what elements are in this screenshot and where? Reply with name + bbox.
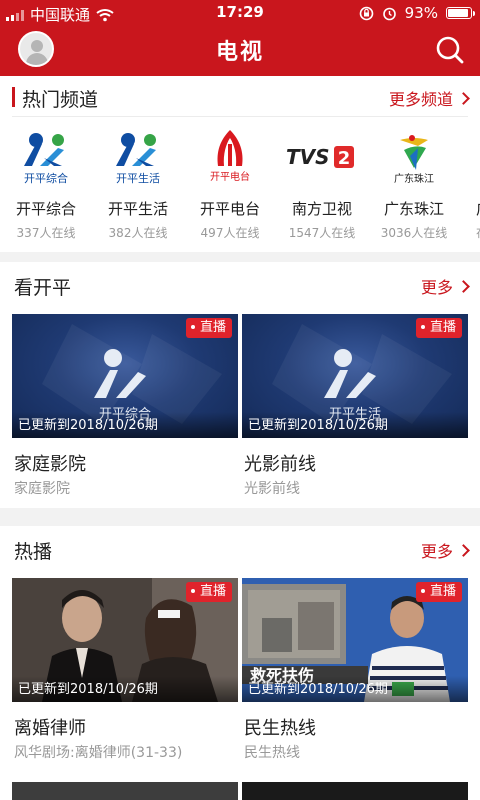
program-subtitle: 光影前线 bbox=[244, 481, 300, 497]
svg-text:广东珠江: 广东珠江 bbox=[394, 172, 434, 185]
more-channels-link[interactable]: 更多频道 bbox=[388, 86, 470, 110]
program-subtitle: 风华剧场:离婚律师(31-33) bbox=[14, 745, 183, 761]
program-thumbnail: 已更新到2018/10/26期 直播 bbox=[12, 578, 238, 702]
watch-kaiping-more-link[interactable]: 更多 bbox=[420, 274, 470, 298]
hot-play-more-link[interactable]: 更多 bbox=[420, 538, 470, 562]
program-subtitle: 家庭影院 bbox=[14, 481, 70, 497]
program-title: 民生热线 bbox=[244, 718, 316, 739]
battery-icon bbox=[446, 7, 475, 19]
channel-name: 开平综合 bbox=[15, 200, 76, 218]
svg-text:TVS: TVS bbox=[286, 145, 330, 169]
channel-name: 广东珠江 bbox=[383, 200, 444, 218]
online-count: 1547人在线 bbox=[288, 226, 356, 240]
program-card-partial[interactable] bbox=[242, 782, 468, 800]
guangdong-zhujiang-logo-icon: 广东珠江 bbox=[374, 126, 454, 188]
program-card-partial[interactable] bbox=[12, 782, 238, 800]
kaiping-radio-logo-icon: 开平电台 bbox=[190, 126, 270, 188]
channel-name: 开平生活 bbox=[107, 200, 168, 218]
channel-list: 开平综合 开平综合 337人在线 开平生活 开平生活 382人在线 开平电台 开… bbox=[0, 116, 480, 246]
channel-name: 南方卫视 bbox=[291, 200, 352, 218]
channel-item[interactable]: TVS 2 南方卫视 1547人在线 bbox=[276, 116, 368, 246]
alarm-icon bbox=[382, 7, 396, 20]
kaiping-zonghe-logo-icon: 开平综合 bbox=[6, 126, 86, 188]
live-badge: 直播 bbox=[185, 582, 232, 602]
more-label: 更多 bbox=[420, 278, 453, 297]
program-subtitle: 民生热线 bbox=[244, 745, 300, 761]
kaiping-shenghuo-logo-icon: 开平生活 bbox=[98, 126, 178, 188]
more-channels-label: 更多频道 bbox=[388, 90, 453, 109]
online-count: 497人在线 bbox=[200, 226, 260, 240]
program-title: 家庭影院 bbox=[14, 454, 86, 475]
channel-item[interactable]: 开平电台 开平电台 497人在线 bbox=[184, 116, 276, 246]
watch-kaiping-section: 看开平 更多 开平综合 已更新到2018/10/26期 直播 家庭影院 家庭影院 bbox=[0, 262, 480, 508]
update-label: 已更新到2018/10/26期 bbox=[248, 418, 388, 433]
live-badge: 直播 bbox=[415, 318, 462, 338]
online-count: 337人在线 bbox=[16, 226, 76, 240]
hot-play-title: 热播 bbox=[14, 541, 53, 563]
nav-bar: 电视 bbox=[0, 26, 480, 76]
channel-item[interactable]: 广东珠江 广东珠江 3036人在线 bbox=[368, 116, 460, 246]
channel-item[interactable]: 开平生活 开平生活 382人在线 bbox=[92, 116, 184, 246]
svg-text:开平生活: 开平生活 bbox=[116, 171, 160, 185]
online-count: 在 bbox=[476, 224, 480, 241]
program-thumbnail: 开平综合 已更新到2018/10/26期 直播 bbox=[12, 314, 238, 438]
live-badge: 直播 bbox=[415, 582, 462, 602]
chevron-right-icon bbox=[457, 279, 470, 293]
chevron-right-icon bbox=[457, 543, 470, 557]
svg-text:2: 2 bbox=[338, 148, 351, 169]
channel-name: 开平电台 bbox=[199, 200, 260, 218]
program-title: 光影前线 bbox=[244, 454, 316, 475]
svg-text:开平电台: 开平电台 bbox=[210, 170, 250, 183]
rotation-lock-icon bbox=[359, 6, 373, 20]
battery-percent: 93% bbox=[404, 4, 438, 22]
hot-play-section: 热播 更多 已更新到2018/10/26期 直播 离婚律师 风华剧场:离婚律师(… bbox=[0, 526, 480, 800]
chevron-right-icon bbox=[457, 91, 470, 105]
page-title: 电视 bbox=[215, 40, 264, 65]
channel-item[interactable]: 开平综合 开平综合 337人在线 bbox=[0, 116, 92, 246]
app-header: 中国联通 17:29 93% 电视 bbox=[0, 0, 480, 76]
program-title: 离婚律师 bbox=[14, 718, 86, 739]
live-badge: 直播 bbox=[185, 318, 232, 338]
channel-item[interactable]: 广 在 bbox=[460, 116, 480, 246]
channel-name: 广 bbox=[476, 198, 480, 219]
update-label: 已更新到2018/10/26期 bbox=[248, 682, 388, 697]
watch-kaiping-title: 看开平 bbox=[14, 277, 72, 299]
svg-text:开平综合: 开平综合 bbox=[24, 171, 68, 185]
online-count: 382人在线 bbox=[108, 226, 168, 240]
battery-fill bbox=[448, 9, 469, 17]
channel-logo-partial-icon bbox=[466, 126, 480, 188]
more-label: 更多 bbox=[420, 542, 453, 561]
update-label: 已更新到2018/10/26期 bbox=[18, 682, 158, 697]
hot-channels-title: 热门频道 bbox=[22, 89, 99, 111]
update-label: 已更新到2018/10/26期 bbox=[18, 418, 158, 433]
section-marker bbox=[12, 87, 15, 107]
program-thumbnail: 开平生活 已更新到2018/10/26期 直播 bbox=[242, 314, 468, 438]
program-thumbnail: 救死扶伤 已更新到2018/10/26期 直播 bbox=[242, 578, 468, 702]
search-icon[interactable] bbox=[434, 34, 466, 66]
status-bar: 中国联通 17:29 93% bbox=[0, 0, 480, 26]
online-count: 3036人在线 bbox=[380, 226, 448, 240]
tvs2-logo-icon: TVS 2 bbox=[282, 126, 362, 188]
